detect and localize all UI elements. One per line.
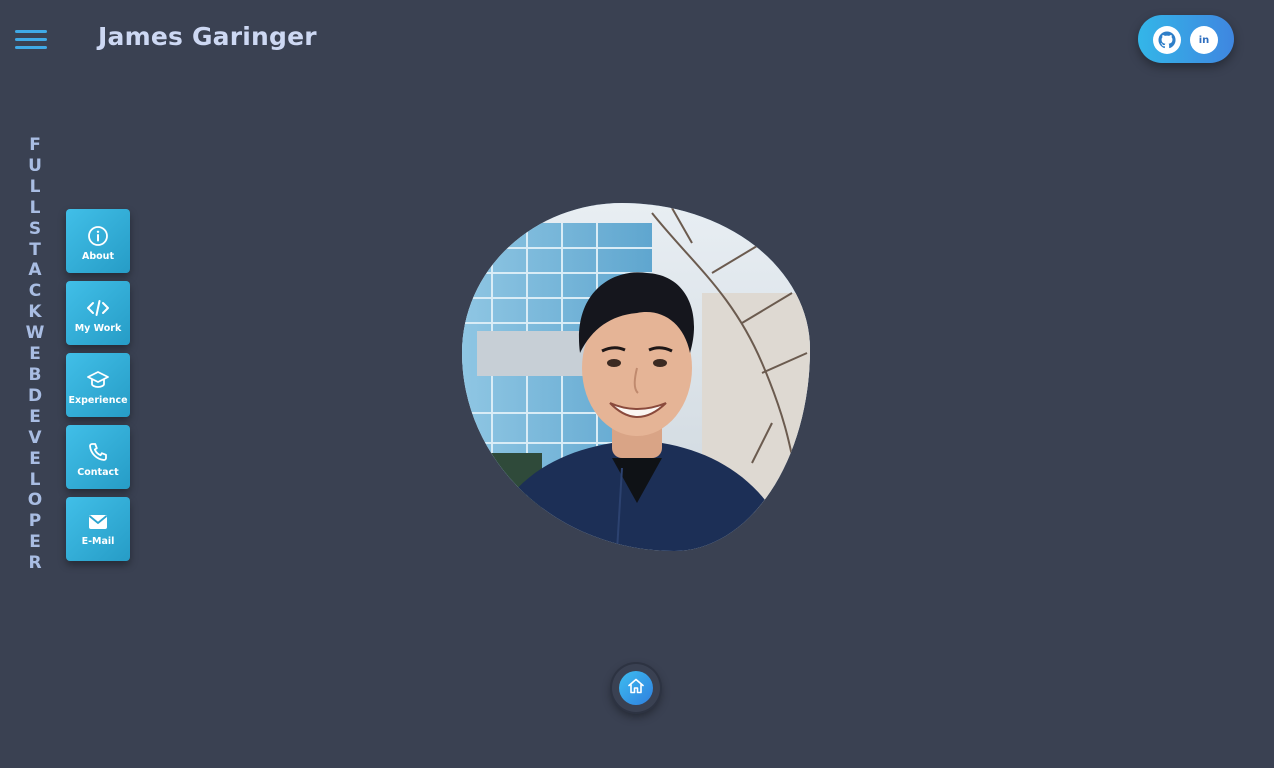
- hamburger-menu-icon[interactable]: [15, 30, 47, 50]
- nav-contact-button[interactable]: Contact: [66, 425, 130, 489]
- github-icon[interactable]: [1153, 26, 1181, 54]
- envelope-icon: [86, 511, 110, 533]
- social-links: in: [1138, 15, 1234, 63]
- home-button[interactable]: [612, 664, 660, 712]
- nav-my-work-label: My Work: [74, 323, 122, 334]
- nav-experience-button[interactable]: Experience: [66, 353, 130, 417]
- portfolio-page: James Garinger in FULL STACK WEB DEVELOP…: [0, 0, 1274, 768]
- nav-email-label: E-Mail: [81, 536, 115, 547]
- phone-icon: [86, 441, 110, 463]
- nav-email-button[interactable]: E-Mail: [66, 497, 130, 561]
- site-title[interactable]: James Garinger: [98, 22, 317, 51]
- profile-photo: [462, 203, 810, 551]
- tagline: FULL STACK WEB DEVELOPER: [25, 135, 48, 574]
- nav-about-label: About: [82, 251, 114, 262]
- home-button-inner: [619, 671, 653, 705]
- nav-contact-label: Contact: [77, 467, 119, 478]
- linkedin-text: in: [1198, 34, 1210, 46]
- nav-about-button[interactable]: About: [66, 209, 130, 273]
- nav-experience-label: Experience: [68, 395, 128, 406]
- info-icon: [86, 225, 110, 247]
- home-icon: [627, 677, 645, 700]
- nav-my-work-button[interactable]: My Work: [66, 281, 130, 345]
- linkedin-icon[interactable]: in: [1190, 26, 1218, 54]
- code-icon: [86, 297, 110, 319]
- graduation-cap-icon: [86, 369, 110, 391]
